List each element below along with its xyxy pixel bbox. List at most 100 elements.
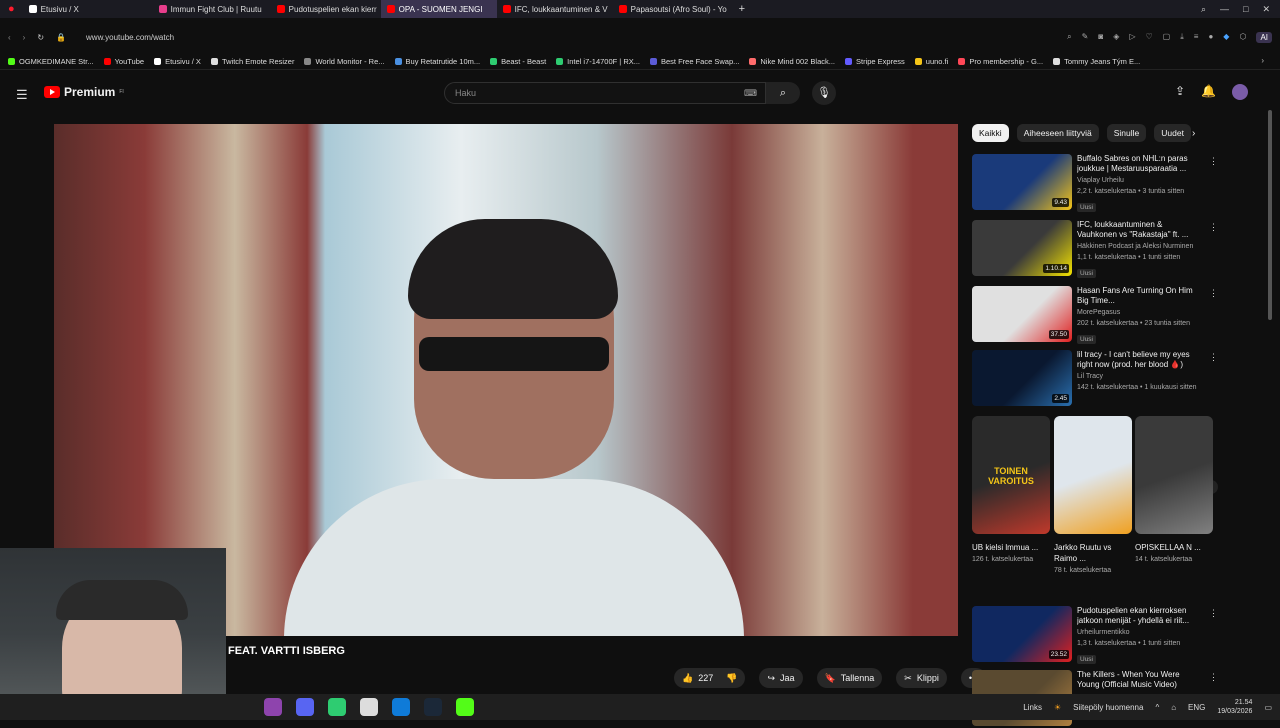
search-input[interactable]: Haku ⌨ xyxy=(444,82,766,104)
recommendation-item[interactable]: 1.10.14 IFC, loukkaantuminen & Vauhkonen … xyxy=(972,220,1218,278)
close-window-icon[interactable]: ✕ xyxy=(1262,4,1270,15)
colorful-app-icon[interactable] xyxy=(264,698,282,716)
filter-chip[interactable]: Uudet xyxy=(1154,124,1191,142)
bookmark-item[interactable]: Nike Mind 002 Black... xyxy=(749,57,835,66)
channel-name[interactable]: Lil Tracy xyxy=(1077,372,1203,381)
recommendation-item[interactable]: 37.50 Hasan Fans Are Turning On Him Big T… xyxy=(972,286,1218,344)
bell-icon[interactable]: 🔔 xyxy=(1201,84,1216,100)
box-icon[interactable]: ▢ xyxy=(1163,32,1171,43)
upload-icon[interactable]: ⇪ xyxy=(1175,84,1185,100)
share-button[interactable]: ↪ Jaa xyxy=(759,668,803,688)
list-icon[interactable]: ≡ xyxy=(1194,32,1199,43)
steam-icon[interactable] xyxy=(424,698,442,716)
bookmark-item[interactable]: Pro membership - G... xyxy=(958,57,1043,66)
bookmark-item[interactable]: Twitch Emote Resizer xyxy=(210,57,294,66)
short-thumbnail[interactable] xyxy=(1135,416,1213,534)
video-title[interactable]: The Killers - When You Were Young (Offic… xyxy=(1077,670,1203,690)
recommendation-item[interactable]: 2.45 lil tracy - I can't believe my eyes … xyxy=(972,350,1218,408)
links-label[interactable]: Links xyxy=(1023,703,1042,712)
short-thumbnail[interactable]: TOINEN VAROITUS xyxy=(972,416,1050,534)
bookmark-item[interactable]: Etusivu / X xyxy=(154,57,201,66)
like-button[interactable]: 👍 227 👎 xyxy=(674,668,746,688)
tray-chevron-icon[interactable]: ^ xyxy=(1155,703,1159,712)
filter-chip[interactable]: Aiheeseen liittyviä xyxy=(1016,124,1099,142)
browser-tab[interactable]: Pudotuspelien ekan kierr xyxy=(271,0,381,18)
more-options-icon[interactable]: ⋮ xyxy=(1209,288,1218,299)
minimize-icon[interactable]: — xyxy=(1220,4,1229,14)
youtube-logo[interactable]: Premium FI xyxy=(44,85,124,99)
more-options-icon[interactable]: ⋮ xyxy=(1209,222,1218,233)
bookmark-item[interactable]: Buy Retatrutide 10m... xyxy=(394,57,480,66)
notifications-icon[interactable]: ▭ xyxy=(1264,703,1272,712)
video-title[interactable]: Pudotuspelien ekan kierroksen jatkoon me… xyxy=(1077,606,1203,626)
search-tabs-icon[interactable]: ⌕ xyxy=(1201,4,1206,15)
heart-icon[interactable]: ♡ xyxy=(1146,32,1153,43)
zoom-icon[interactable]: ⌕ xyxy=(1067,32,1071,43)
shield-icon[interactable]: ◈ xyxy=(1113,32,1119,43)
channel-name[interactable]: Urheilurmentikko xyxy=(1077,628,1203,637)
reload-icon[interactable]: ↻ xyxy=(37,33,44,42)
video-thumbnail[interactable]: 1.10.14 xyxy=(972,220,1072,276)
bookmark-item[interactable]: Best Free Face Swap... xyxy=(650,57,739,66)
bookmark-item[interactable]: World Monitor - Re... xyxy=(304,57,385,66)
bookmark-item[interactable]: Tommy Jeans Tým E... xyxy=(1053,57,1140,66)
extension-icon[interactable]: ◆ xyxy=(1223,32,1229,43)
edge-icon[interactable] xyxy=(392,698,410,716)
new-tab-button[interactable]: + xyxy=(733,0,751,18)
short-item[interactable]: TOINEN VAROITUS UB kielsi lmmua ... 126 t.… xyxy=(972,416,1050,565)
discord-icon[interactable] xyxy=(296,698,314,716)
channel-name[interactable]: Häkkinen Podcast ja Aleksi Nurminen xyxy=(1077,242,1203,251)
short-title[interactable]: OPISKELLAA N ... xyxy=(1135,542,1213,553)
download-icon[interactable]: ⤓ xyxy=(1180,32,1184,43)
scrollbar[interactable] xyxy=(1268,110,1272,320)
clip-button[interactable]: ✂ Klippi xyxy=(896,668,947,688)
short-item[interactable]: Jarkko Ruutu vs Raimo ... 78 t. katseluke… xyxy=(1054,416,1132,576)
bookmark-item[interactable]: Stripe Express xyxy=(845,57,905,66)
avatar[interactable] xyxy=(1232,84,1248,100)
url-field[interactable]: www.youtube.com/watch xyxy=(86,33,174,42)
green-app-icon[interactable] xyxy=(328,698,346,716)
camera-icon[interactable]: ◙ xyxy=(1098,32,1103,43)
channel-name[interactable]: MorePegasus xyxy=(1077,308,1203,317)
bookmark-item[interactable]: uuno.fi xyxy=(914,57,948,66)
voice-search-button[interactable]: 🎙 xyxy=(812,81,836,105)
video-thumbnail[interactable]: 37.50 xyxy=(972,286,1072,342)
video-title[interactable]: Hasan Fans Are Turning On Him Big Time..… xyxy=(1077,286,1203,306)
profile-icon[interactable]: ● xyxy=(1208,32,1213,43)
video-thumbnail[interactable]: 23.52 xyxy=(972,606,1072,662)
more-options-icon[interactable]: ⋮ xyxy=(1209,672,1218,683)
forward-icon[interactable]: › xyxy=(23,33,26,42)
bookmarks-overflow-icon[interactable]: › xyxy=(1261,56,1264,65)
more-options-icon[interactable]: ⋮ xyxy=(1209,608,1218,619)
filter-chip[interactable]: Kaikki xyxy=(972,124,1009,142)
clock[interactable]: 21.54 19/03/2026 xyxy=(1217,698,1252,716)
network-icon[interactable]: ⌂ xyxy=(1171,703,1176,712)
chips-next-icon[interactable]: › xyxy=(1192,128,1195,139)
hamburger-menu-icon[interactable]: ☰ xyxy=(16,87,28,103)
short-title[interactable]: UB kielsi lmmua ... xyxy=(972,542,1050,553)
browser-tab[interactable]: IFC, loukkaantuminen & V xyxy=(497,0,613,18)
video-title[interactable]: IFC, loukkaantuminen & Vauhkonen vs "Rak… xyxy=(1077,220,1203,240)
ai-button[interactable]: AI xyxy=(1256,31,1272,43)
filter-chip[interactable]: Sinulle xyxy=(1106,124,1147,142)
short-item[interactable]: OPISKELLAA N ... 14 t. katselukertaa xyxy=(1135,416,1213,565)
language-indicator[interactable]: ENG xyxy=(1188,703,1205,712)
thumbs-down-icon[interactable]: 👎 xyxy=(726,673,737,684)
bookmark-item[interactable]: OGMKEDIMANE Str... xyxy=(8,57,94,66)
keyboard-icon[interactable]: ⌨ xyxy=(744,88,757,99)
shield-app-icon[interactable] xyxy=(360,698,378,716)
play-icon[interactable]: ▷ xyxy=(1129,32,1135,43)
browser-tab[interactable]: Immun Fight Club | Ruutu xyxy=(153,0,271,18)
channel-name[interactable]: Viaplay Urheilu xyxy=(1077,176,1203,185)
search-button[interactable]: ⌕ xyxy=(766,82,800,104)
kick-icon[interactable] xyxy=(456,698,474,716)
settings-icon[interactable]: ⬡ xyxy=(1239,32,1246,43)
bookmark-item[interactable]: Beast - Beast xyxy=(490,57,546,66)
weather-text[interactable]: Siitepöly huomenna xyxy=(1073,703,1143,712)
bookmark-item[interactable]: YouTube xyxy=(103,57,144,66)
browser-tab[interactable]: Etusivu / X xyxy=(23,0,153,18)
maximize-icon[interactable]: □ xyxy=(1243,4,1248,14)
back-icon[interactable]: ‹ xyxy=(8,33,11,42)
opera-logo-icon[interactable]: ● xyxy=(0,3,23,15)
short-title[interactable]: Jarkko Ruutu vs Raimo ... xyxy=(1054,542,1132,564)
